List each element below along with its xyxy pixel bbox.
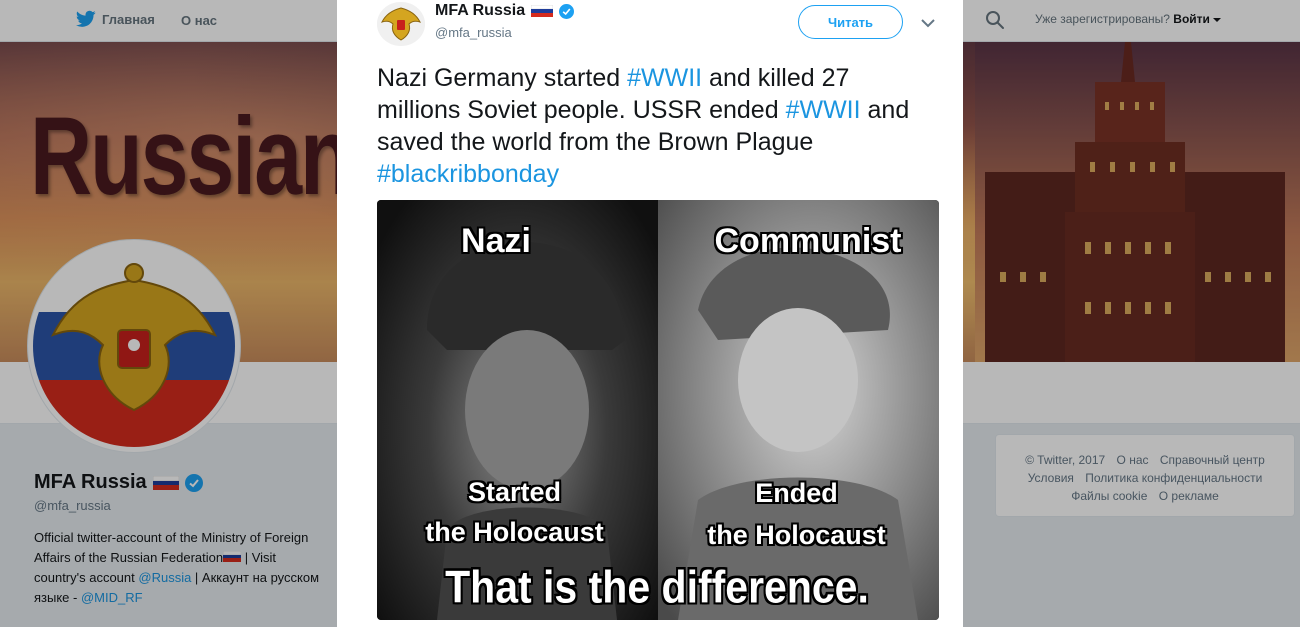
meme-right-caption: Ended the Holocaust: [689, 472, 904, 556]
follow-button[interactable]: Читать: [798, 5, 903, 39]
meme-left-caption: Started the Holocaust: [407, 472, 622, 552]
tweet-author-handle[interactable]: @mfa_russia: [435, 25, 512, 40]
meme-right-caption-1: Ended: [755, 478, 838, 508]
hashtag-wwii-2[interactable]: #WWII: [786, 96, 861, 124]
tweet-author-name-text: MFA Russia: [435, 2, 526, 19]
meme-right-title: Communist: [714, 222, 902, 260]
coat-of-arms-icon: [377, 2, 425, 46]
hashtag-wwii[interactable]: #WWII: [627, 64, 702, 92]
tweet-text: Nazi Germany started #WWII and killed 27…: [377, 62, 937, 190]
meme-left-caption-1: Started: [467, 477, 562, 507]
meme-bottom-caption: That is the difference.: [445, 561, 869, 613]
tweet-author-avatar[interactable]: [377, 2, 425, 46]
hashtag-blackribbonday[interactable]: #blackribbonday: [377, 160, 559, 188]
meme-right-caption-2: the Holocaust: [707, 520, 886, 550]
verified-badge-icon: [559, 3, 575, 19]
chevron-down-icon[interactable]: [919, 14, 937, 32]
russian-flag-icon: [531, 5, 554, 17]
meme-left-title: Nazi: [461, 222, 531, 260]
meme-right-photo: [658, 200, 939, 620]
tweet-text-1: Nazi Germany started: [377, 64, 628, 92]
meme-left-photo: [377, 200, 658, 620]
soldier-woman-silhouette: [678, 247, 918, 620]
tweet-image[interactable]: Nazi Communist Started the Holocaust End…: [377, 200, 939, 620]
meme-left-caption-2: the Holocaust: [425, 517, 604, 547]
soldier-helmet-silhouette: [427, 241, 625, 620]
tweet-modal: MFA Russia @mfa_russia Читать Nazi Germa…: [337, 0, 963, 627]
tweet-author-name[interactable]: MFA Russia: [435, 2, 575, 20]
